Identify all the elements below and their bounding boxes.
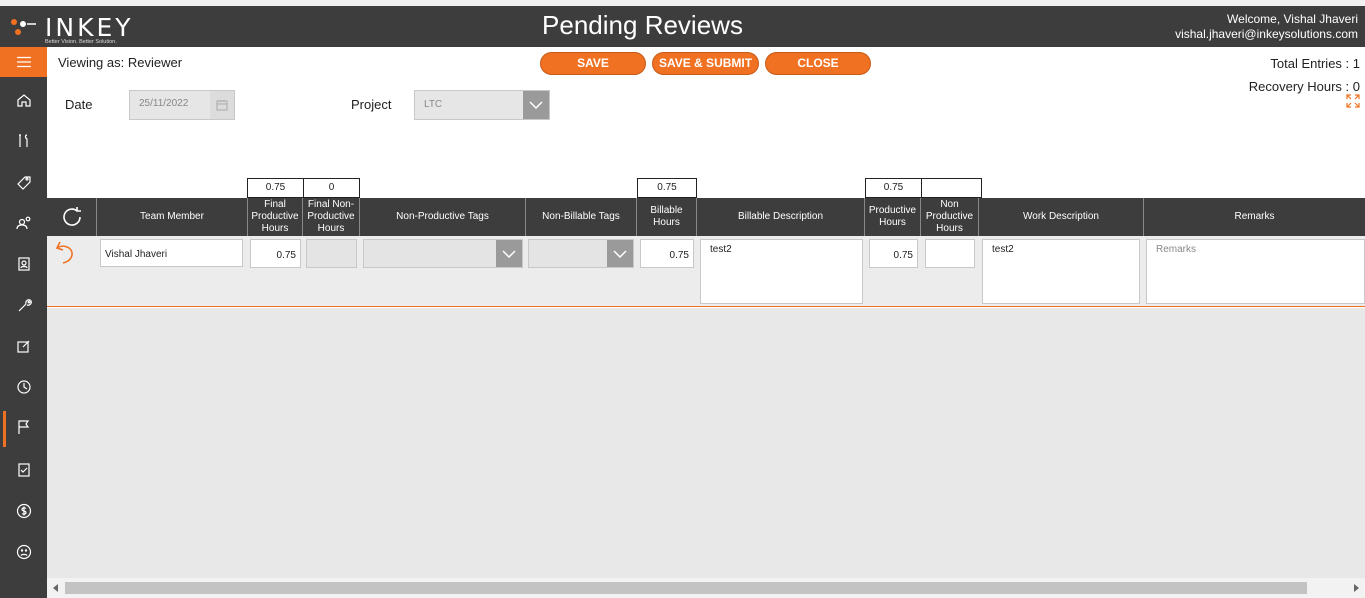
edit-icon[interactable] (0, 330, 47, 362)
col-final-non-productive: Final Non-Productive Hours (303, 198, 360, 236)
recovery-hours: Recovery Hours : 0 (1248, 79, 1360, 94)
flag-icon[interactable] (0, 411, 47, 447)
col-final-productive: Final Productive Hours (248, 198, 303, 236)
home-icon[interactable] (0, 84, 47, 116)
final-non-productive-input (306, 239, 357, 268)
team-icon[interactable] (0, 207, 47, 239)
main-content: Viewing as: Reviewer SAVE SAVE & SUBMIT … (47, 47, 1365, 598)
col-non-billable-tags: Non-Billable Tags (526, 198, 637, 236)
total-non-productive (921, 178, 982, 198)
col-remarks: Remarks (1234, 211, 1275, 222)
total-billable: 0.75 (637, 178, 697, 198)
scroll-left-icon[interactable] (53, 584, 59, 592)
tools-icon[interactable] (0, 125, 47, 157)
date-field: 25/11/2022 (129, 90, 235, 120)
sad-face-icon[interactable] (0, 536, 47, 568)
project-value: LTC (424, 99, 443, 110)
menu-icon[interactable] (0, 47, 47, 77)
tag-icon[interactable] (0, 166, 47, 198)
col-billable-description: Billable Description (697, 198, 865, 236)
scrollbar-thumb[interactable] (65, 582, 1307, 594)
user-email: vishal.jhaveri@inkeysolutions.com (1175, 27, 1358, 41)
total-final-non-productive: 0 (303, 178, 360, 198)
grid-empty-area (47, 308, 1365, 578)
col-productive-hours: Productive Hours (865, 198, 921, 236)
viewing-as-label: Viewing as: Reviewer (58, 55, 183, 70)
total-final-productive: 0.75 (247, 178, 304, 198)
billable-description-textarea[interactable]: test2 (700, 239, 863, 304)
welcome-text: Welcome, Vishal Jhaveri (1227, 12, 1358, 26)
col-non-productive-hours: Non Productive Hours (921, 198, 979, 236)
remarks-textarea[interactable]: Remarks (1146, 239, 1365, 304)
refresh-icon[interactable] (47, 198, 97, 236)
undo-icon[interactable] (54, 239, 78, 265)
col-billable-hours: Billable Hours (637, 198, 697, 236)
horizontal-scrollbar[interactable] (47, 578, 1365, 598)
project-label: Project (351, 97, 392, 112)
col-team-member: Team Member (97, 198, 248, 236)
sidebar (0, 47, 47, 598)
project-select: LTC (414, 90, 550, 120)
table-row: Vishal Jhaveri 0.75 0.75 test2 0.75 test… (47, 236, 1365, 307)
date-value: 25/11/2022 (139, 98, 189, 109)
final-productive-input[interactable]: 0.75 (250, 239, 301, 268)
total-entries: Total Entries : 1 (1270, 56, 1360, 71)
non-billable-tags-select[interactable] (528, 239, 634, 268)
col-non-productive-tags: Non-Productive Tags (360, 198, 526, 236)
total-productive: 0.75 (865, 178, 922, 198)
save-submit-button[interactable]: SAVE & SUBMIT (652, 52, 759, 75)
productive-hours-input[interactable]: 0.75 (869, 239, 918, 268)
chevron-down-icon (496, 240, 522, 267)
calendar-icon (210, 91, 234, 119)
expand-icon[interactable] (1346, 94, 1360, 108)
scroll-right-icon[interactable] (1353, 584, 1359, 592)
chevron-down-icon (523, 91, 549, 119)
save-button[interactable]: SAVE (540, 52, 646, 75)
dollar-icon[interactable] (0, 495, 47, 527)
user-info[interactable]: Welcome, Vishal Jhaveri vishal.jhaveri@i… (1175, 12, 1358, 42)
team-member-field[interactable]: Vishal Jhaveri (100, 239, 243, 267)
date-label: Date (65, 97, 93, 112)
document-icon[interactable] (0, 248, 47, 280)
wrench-icon[interactable] (0, 289, 47, 321)
page-title: Pending Reviews (542, 10, 743, 40)
chevron-down-icon (607, 240, 633, 267)
app-header: INKEY Better Vision. Better Solution. Pe… (0, 6, 1365, 47)
col-work-description: Work Description (979, 198, 1144, 236)
grid-header: Team Member Final Productive Hours Final… (47, 198, 1365, 236)
billable-hours-input[interactable]: 0.75 (640, 239, 694, 268)
checklist-icon[interactable] (0, 454, 47, 486)
non-productive-hours-input[interactable] (925, 239, 975, 268)
work-description-textarea[interactable]: test2 (982, 239, 1140, 304)
non-productive-tags-select[interactable] (363, 239, 523, 268)
clock-icon[interactable] (0, 371, 47, 403)
summary-panel: Total Entries : 1 Recovery Hours : 0 (1249, 52, 1360, 98)
close-button[interactable]: CLOSE (765, 52, 871, 75)
